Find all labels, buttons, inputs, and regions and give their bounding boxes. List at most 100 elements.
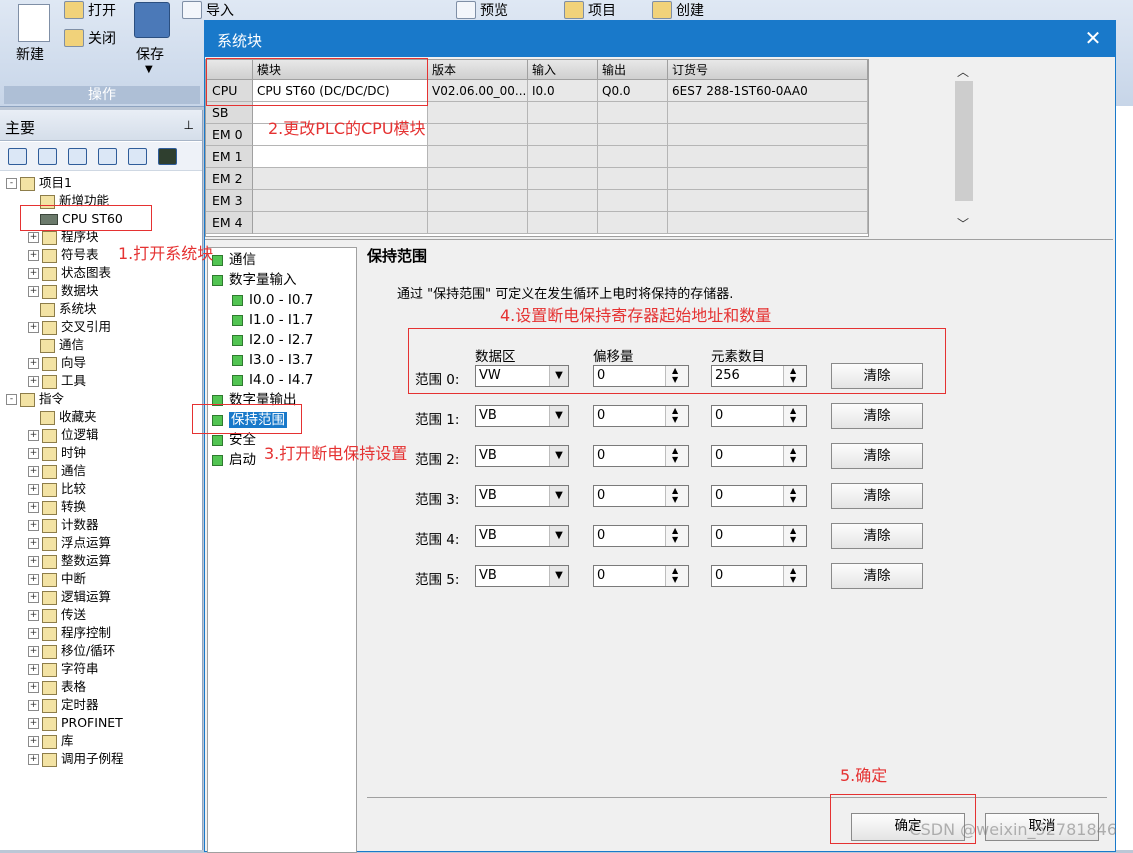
clear-button[interactable]: 清除 [831,483,923,509]
grid-slot-label[interactable]: EM 0 [206,124,253,146]
chevron-down-icon[interactable]: ▼ [549,406,568,426]
data-area-select[interactable]: VB ▼ [475,485,569,507]
spin-arrows-icon[interactable]: ▲ ▼ [665,446,688,466]
increment-icon[interactable]: ▲ [672,526,678,535]
data-area-select[interactable]: VB ▼ [475,525,569,547]
expand-icon[interactable]: + [28,754,39,765]
expand-icon[interactable]: + [28,232,39,243]
expand-icon[interactable]: + [28,484,39,495]
tree-item[interactable]: + 工具 [28,372,86,390]
count-stepper[interactable]: 0 ▲ ▼ [711,565,807,587]
increment-icon[interactable]: ▲ [790,566,796,575]
tree-item[interactable]: + 程序控制 [28,624,111,642]
collapse-icon[interactable]: - [6,178,17,189]
grid-cell[interactable] [253,212,428,234]
nav-item[interactable]: 启动 [212,450,256,470]
decrement-icon[interactable]: ▼ [790,535,796,544]
tree-item[interactable]: + 库 [28,732,74,750]
count-stepper[interactable]: 0 ▲ ▼ [711,525,807,547]
tree-item[interactable]: 系统块 [40,300,97,318]
pin-icon[interactable]: ⊥ [184,118,194,132]
expand-icon[interactable]: + [28,502,39,513]
chevron-down-icon[interactable]: ▼ [549,486,568,506]
clear-button[interactable]: 清除 [831,403,923,429]
grid-slot-label[interactable]: EM 2 [206,168,253,190]
decrement-icon[interactable]: ▼ [672,495,678,504]
expand-icon[interactable]: + [28,538,39,549]
offset-stepper[interactable]: 0 ▲ ▼ [593,405,689,427]
tree-item[interactable]: + 调用子例程 [28,750,124,768]
chart-icon[interactable] [128,148,147,165]
expand-icon[interactable]: + [28,682,39,693]
decrement-icon[interactable]: ▼ [672,455,678,464]
import-button[interactable]: 导入 [182,0,234,20]
expand-icon[interactable]: + [28,520,39,531]
tree-item[interactable]: + 传送 [28,606,86,624]
tree-item[interactable]: 收藏夹 [40,408,97,426]
increment-icon[interactable]: ▲ [672,446,678,455]
grid-cell[interactable] [253,190,428,212]
expand-icon[interactable]: + [28,574,39,585]
close-icon[interactable]: ✕ [1081,27,1105,51]
tree-item[interactable]: + 字符串 [28,660,99,678]
create-button[interactable]: 创建 [652,0,704,20]
decrement-icon[interactable]: ▼ [672,575,678,584]
tree-item[interactable]: + 通信 [28,462,86,480]
count-stepper[interactable]: 0 ▲ ▼ [711,405,807,427]
decrement-icon[interactable]: ▼ [790,575,796,584]
spin-arrows-icon[interactable]: ▲ ▼ [783,486,806,506]
offset-stepper[interactable]: 0 ▲ ▼ [593,565,689,587]
data-area-select[interactable]: VB ▼ [475,445,569,467]
tree-item[interactable]: + 浮点运算 [28,534,111,552]
offset-stepper[interactable]: 0 ▲ ▼ [593,525,689,547]
save-button[interactable]: 保存 [136,44,164,64]
nav-item[interactable]: I0.0 - I0.7 [232,290,313,310]
expand-icon[interactable]: + [28,466,39,477]
expand-icon[interactable]: + [28,646,39,657]
tree-item[interactable]: + 表格 [28,678,86,696]
clear-button[interactable]: 清除 [831,563,923,589]
expand-icon[interactable]: + [28,664,39,675]
tree-item[interactable]: + 逻辑运算 [28,588,111,606]
tree-item[interactable]: + 比较 [28,480,86,498]
decrement-icon[interactable]: ▼ [790,495,796,504]
nav-item[interactable]: I3.0 - I3.7 [232,350,313,370]
expand-icon[interactable]: + [28,430,39,441]
expand-icon[interactable]: + [28,268,39,279]
increment-icon[interactable]: ▲ [790,406,796,415]
grid-cell[interactable] [253,168,428,190]
save-dropdown-icon[interactable]: ▼ [145,64,153,75]
spin-arrows-icon[interactable]: ▲ ▼ [665,566,688,586]
decrement-icon[interactable]: ▼ [672,415,678,424]
increment-icon[interactable]: ▲ [672,486,678,495]
expand-icon[interactable]: + [28,448,39,459]
spin-arrows-icon[interactable]: ▲ ▼ [665,406,688,426]
spin-arrows-icon[interactable]: ▲ ▼ [665,486,688,506]
project-button[interactable]: 项目 [564,0,616,20]
increment-icon[interactable]: ▲ [790,446,796,455]
offset-stepper[interactable]: 0 ▲ ▼ [593,445,689,467]
tree-item[interactable]: + 数据块 [28,282,99,300]
decrement-icon[interactable]: ▼ [790,415,796,424]
new-button[interactable]: 新建 [16,44,44,64]
nav-item[interactable]: I1.0 - I1.7 [232,310,313,330]
data-area-select[interactable]: VB ▼ [475,405,569,427]
monitor-icon[interactable] [158,148,177,165]
spin-arrows-icon[interactable]: ▲ ▼ [665,526,688,546]
tree-item[interactable]: + 符号表 [28,246,99,264]
scroll-up-icon[interactable]: ︿ [957,63,969,80]
tree-item[interactable]: + 位逻辑 [28,426,99,444]
nav-item[interactable]: I2.0 - I2.7 [232,330,313,350]
increment-icon[interactable]: ▲ [672,406,678,415]
table-icon[interactable] [38,148,57,165]
expand-icon[interactable]: + [28,556,39,567]
grid-slot-label[interactable]: EM 1 [206,146,253,168]
block-icon[interactable] [98,148,117,165]
tree-item[interactable]: + 移位/循环 [28,642,115,660]
list-icon[interactable] [68,148,87,165]
grid-slot-label[interactable]: EM 3 [206,190,253,212]
tree-item[interactable]: - 指令 [6,390,64,408]
chevron-down-icon[interactable]: ▼ [549,446,568,466]
chevron-down-icon[interactable]: ▼ [549,566,568,586]
grid-scrollbar[interactable]: ︿ ﹀ [953,59,975,235]
